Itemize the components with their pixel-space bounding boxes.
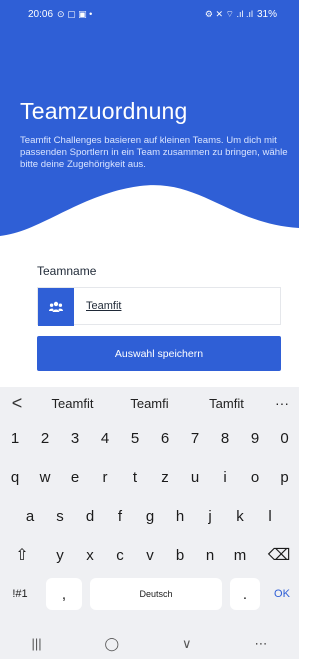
key-c[interactable]: c <box>105 539 135 571</box>
key-a[interactable]: a <box>15 500 45 532</box>
more-options-icon[interactable]: ··· <box>265 395 299 411</box>
key-i[interactable]: i <box>210 461 240 493</box>
signal-icons: ⚙ ✕ ⌔ .ıl .ıl <box>204 8 253 19</box>
status-left: 20:06 ⊙ ▢ ▣ • <box>28 9 92 20</box>
recent-apps-icon[interactable]: ||| <box>31 636 41 651</box>
key-p[interactable]: p <box>270 461 299 493</box>
key-g[interactable]: g <box>135 500 165 532</box>
key-0[interactable]: 0 <box>270 422 299 454</box>
key-5[interactable]: 5 <box>120 422 150 454</box>
key-6[interactable]: 6 <box>150 422 180 454</box>
team-form: Teamname Teamfit Auswahl speichern <box>37 264 281 371</box>
shift-key-icon[interactable]: ⇧ <box>4 539 40 571</box>
system-navigation-bar: ||| ◯ ∨ ⋯ <box>0 628 299 659</box>
status-bar: 20:06 ⊙ ▢ ▣ • ⚙ ✕ ⌔ .ıl .ıl 31% <box>0 0 299 28</box>
key-j[interactable]: j <box>195 500 225 532</box>
space-key[interactable]: Deutsch <box>90 578 222 610</box>
key-3[interactable]: 3 <box>60 422 90 454</box>
suggestion-back-icon[interactable]: < <box>0 393 34 414</box>
key-e[interactable]: e <box>60 461 90 493</box>
key-y[interactable]: y <box>45 539 75 571</box>
keyboard-row-q: q w e r t z u i o p <box>0 461 299 495</box>
keyboard-row-y: ⇧ y x c v b n m ⌫ <box>0 539 299 573</box>
key-v[interactable]: v <box>135 539 165 571</box>
suggestion-1[interactable]: Teamfit <box>34 396 111 411</box>
key-b[interactable]: b <box>165 539 195 571</box>
status-time: 20:06 <box>28 8 54 20</box>
page-description: Teamfit Challenges basieren auf kleinen … <box>20 135 288 170</box>
teamname-field[interactable]: Teamfit <box>37 287 281 326</box>
teamname-input[interactable]: Teamfit <box>74 288 280 324</box>
period-key[interactable]: . <box>230 578 260 610</box>
key-1[interactable]: 1 <box>0 422 30 454</box>
keyboard-row-a: a s d f g h j k l <box>0 500 299 534</box>
page-title: Teamzuordnung <box>20 98 188 124</box>
status-right: ⚙ ✕ ⌔ .ıl .ıl 31% <box>205 9 277 20</box>
key-s[interactable]: s <box>45 500 75 532</box>
key-8[interactable]: 8 <box>210 422 240 454</box>
keyboard-toggle-icon[interactable]: ⋯ <box>255 636 268 652</box>
save-selection-button[interactable]: Auswahl speichern <box>37 336 281 371</box>
key-h[interactable]: h <box>165 500 195 532</box>
key-t[interactable]: t <box>120 461 150 493</box>
key-w[interactable]: w <box>30 461 60 493</box>
key-r[interactable]: r <box>90 461 120 493</box>
key-d[interactable]: d <box>75 500 105 532</box>
battery-level: 31% <box>256 8 277 20</box>
key-7[interactable]: 7 <box>180 422 210 454</box>
key-u[interactable]: u <box>180 461 210 493</box>
back-chevron-icon[interactable]: ∨ <box>182 636 192 652</box>
suggestion-bar: < Teamfit Teamfi Tamfit ··· <box>0 387 299 419</box>
key-q[interactable]: q <box>0 461 30 493</box>
key-o[interactable]: o <box>240 461 270 493</box>
key-n[interactable]: n <box>195 539 225 571</box>
key-2[interactable]: 2 <box>30 422 60 454</box>
key-4[interactable]: 4 <box>90 422 120 454</box>
key-z[interactable]: z <box>150 461 180 493</box>
backspace-key-icon[interactable]: ⌫ <box>262 539 296 571</box>
keyboard: < Teamfit Teamfi Tamfit ··· 1 2 3 4 5 6 … <box>0 387 299 659</box>
hero-header: Teamzuordnung Teamfit Challenges basiere… <box>0 28 299 248</box>
keyboard-row-bottom: !#1 , Deutsch . OK <box>0 578 299 612</box>
keyboard-row-numbers: 1 2 3 4 5 6 7 8 9 0 <box>0 422 299 456</box>
key-k[interactable]: k <box>225 500 255 532</box>
key-m[interactable]: m <box>225 539 255 571</box>
comma-key[interactable]: , <box>46 578 82 610</box>
key-x[interactable]: x <box>75 539 105 571</box>
notification-icons: ⊙ ▢ ▣ • <box>57 8 93 19</box>
suggestion-2[interactable]: Teamfi <box>111 396 188 411</box>
key-f[interactable]: f <box>105 500 135 532</box>
symbols-key[interactable]: !#1 <box>2 578 38 610</box>
ok-key[interactable]: OK <box>266 578 298 610</box>
team-icon <box>38 288 74 326</box>
suggestion-3[interactable]: Tamfit <box>188 396 265 411</box>
key-l[interactable]: l <box>255 500 285 532</box>
teamname-label: Teamname <box>37 264 97 278</box>
home-icon[interactable]: ◯ <box>105 636 120 652</box>
key-9[interactable]: 9 <box>240 422 270 454</box>
